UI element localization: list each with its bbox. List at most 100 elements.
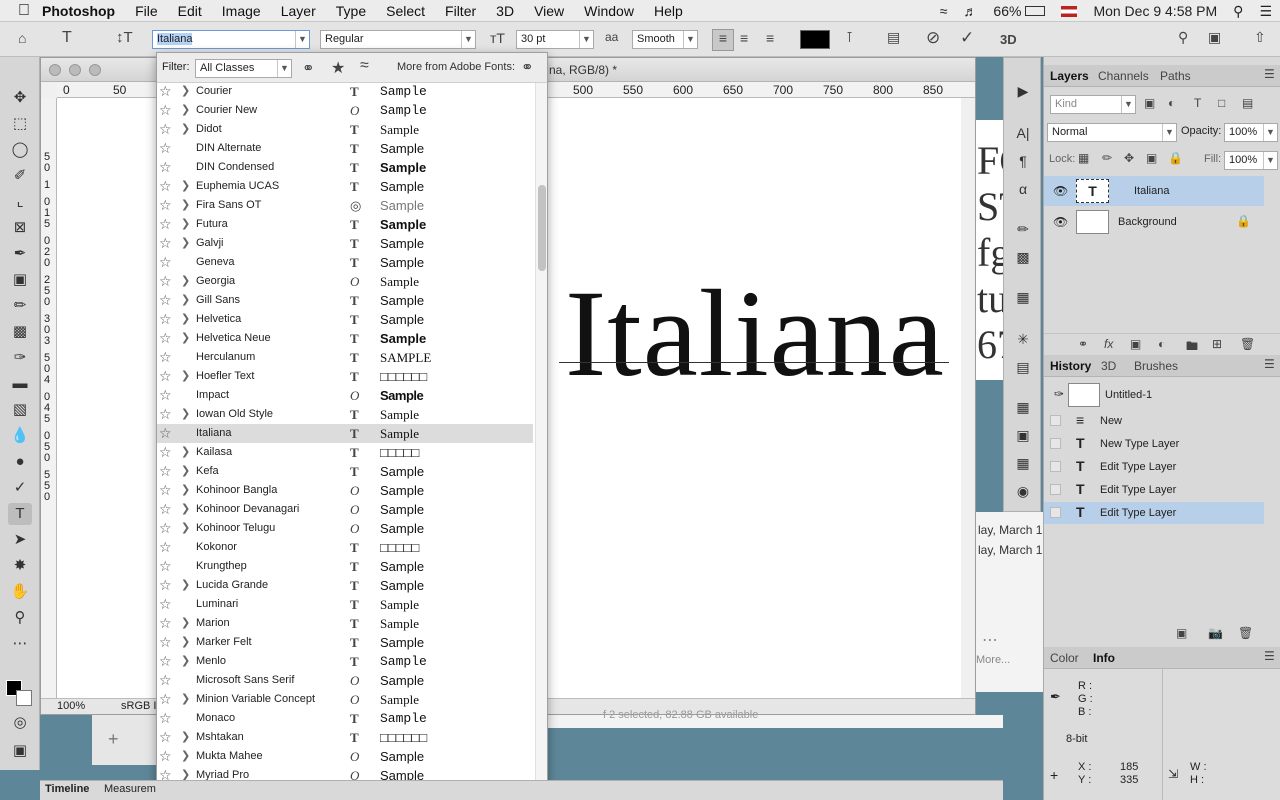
favorite-star-icon[interactable]: ☆: [159, 710, 172, 727]
favorite-star-icon[interactable]: ☆: [159, 748, 172, 765]
battery-icon[interactable]: [1025, 6, 1046, 16]
font-name[interactable]: Marker Felt: [196, 633, 252, 652]
history-state-name[interactable]: Edit Type Layer: [1100, 461, 1176, 473]
font-name[interactable]: Microsoft Sans Serif: [196, 671, 294, 690]
font-name[interactable]: DIN Alternate: [196, 139, 261, 158]
font-row[interactable]: ☆ ❯ Kefa T Sample: [157, 462, 533, 481]
font-row[interactable]: ☆ Herculanum T SAMPLE: [157, 348, 533, 367]
font-style-select[interactable]: Regular ▼: [320, 30, 476, 49]
zoom-window-button[interactable]: [89, 64, 101, 76]
font-row[interactable]: ☆ DIN Condensed T Sample: [157, 158, 533, 177]
favorite-star-icon[interactable]: ☆: [159, 691, 172, 708]
font-row[interactable]: ☆ ❯ Kohinoor Telugu O Sample: [157, 519, 533, 538]
favorite-star-icon[interactable]: ☆: [159, 729, 172, 746]
tab-timeline[interactable]: Timeline: [45, 783, 89, 795]
history-brush-icon[interactable]: ✑: [8, 347, 32, 369]
filter-adjustment-icon[interactable]: ◐: [1168, 96, 1175, 110]
app-menu[interactable]: Photoshop: [34, 3, 125, 19]
favorite-star-icon[interactable]: ☆: [159, 102, 172, 119]
font-name[interactable]: Impact: [196, 386, 229, 405]
screen-mode-icon[interactable]: ▣: [8, 740, 32, 762]
font-name[interactable]: Helvetica Neue: [196, 329, 271, 348]
expand-chevron-icon[interactable]: ❯: [181, 120, 190, 139]
tab-color[interactable]: Color: [1050, 651, 1079, 665]
font-row[interactable]: ☆ Kokonor T □□□□□: [157, 538, 533, 557]
minimize-window-button[interactable]: [69, 64, 81, 76]
expand-chevron-icon[interactable]: ❯: [181, 443, 190, 462]
favorite-star-icon[interactable]: ☆: [159, 501, 172, 518]
favorite-star-icon[interactable]: ☆: [159, 406, 172, 423]
history-state-name[interactable]: New Type Layer: [1100, 438, 1179, 450]
font-row[interactable]: ☆ ❯ Marker Felt T Sample: [157, 633, 533, 652]
history-brush-source-checkbox[interactable]: [1050, 507, 1061, 518]
layer-name[interactable]: Background: [1118, 216, 1177, 228]
font-name[interactable]: Helvetica: [196, 310, 241, 329]
favorite-star-icon[interactable]: ☆: [159, 387, 172, 404]
home-icon[interactable]: ⌂: [18, 30, 26, 46]
favorite-star-icon[interactable]: ☆: [159, 539, 172, 556]
patterns-icon[interactable]: ▦: [1010, 452, 1036, 474]
expand-chevron-icon[interactable]: ❯: [181, 747, 190, 766]
similar-fonts-icon[interactable]: ≈: [360, 57, 369, 75]
favorite-star-icon[interactable]: ☆: [159, 349, 172, 366]
adjustment-layer-icon[interactable]: ◐: [1158, 337, 1165, 351]
chevron-down-icon[interactable]: ▼: [295, 31, 309, 48]
expand-chevron-icon[interactable]: ❯: [181, 329, 190, 348]
layer-kind-filter[interactable]: Kind ▼: [1050, 95, 1136, 114]
dodge-tool-icon[interactable]: ●: [8, 451, 32, 473]
path-selection-icon[interactable]: ➤: [8, 529, 32, 551]
font-row[interactable]: ☆ ❯ Iowan Old Style T Sample: [157, 405, 533, 424]
brush-tool-icon[interactable]: ✏: [8, 295, 32, 317]
font-name[interactable]: Kokonor: [196, 538, 237, 557]
eyedropper-icon[interactable]: ✒: [8, 243, 32, 265]
font-name[interactable]: Fira Sans OT: [196, 196, 261, 215]
3d-button[interactable]: 3D: [1000, 32, 1017, 47]
font-row[interactable]: ☆ ❯ Kohinoor Bangla O Sample: [157, 481, 533, 500]
font-family-field[interactable]: Italiana ▼: [152, 30, 310, 49]
link-layers-icon[interactable]: ⚭: [1078, 337, 1088, 351]
font-name[interactable]: Kohinoor Devanagari: [196, 500, 299, 519]
favorite-star-icon[interactable]: ☆: [159, 140, 172, 157]
menu-3d[interactable]: 3D: [486, 3, 524, 19]
more-icon[interactable]: ⋯: [982, 630, 998, 650]
snapshot-name[interactable]: Untitled-1: [1105, 389, 1152, 401]
expand-chevron-icon[interactable]: ❯: [181, 652, 190, 671]
history-state-row[interactable]: T Edit Type Layer: [1044, 479, 1264, 501]
gradients-icon[interactable]: ▣: [1010, 424, 1036, 446]
font-row[interactable]: ☆ ❯ Didot T Sample: [157, 120, 533, 139]
layer-row-italiana[interactable]: 👁 T Italiana: [1044, 176, 1264, 206]
font-name[interactable]: Kohinoor Bangla: [196, 481, 277, 500]
font-row[interactable]: ☆ ❯ Euphemia UCAS T Sample: [157, 177, 533, 196]
marquee-tool-icon[interactable]: ⬚: [8, 113, 32, 135]
font-row[interactable]: ☆ ❯ Galvji T Sample: [157, 234, 533, 253]
filter-pixel-icon[interactable]: ▣: [1144, 96, 1155, 110]
font-name[interactable]: Geneva: [196, 253, 235, 272]
history-state-row[interactable]: T Edit Type Layer: [1044, 502, 1264, 524]
favorite-star-icon[interactable]: ☆: [159, 615, 172, 632]
commit-icon[interactable]: ✓: [960, 28, 974, 48]
font-row[interactable]: ☆ ❯ Georgia O Sample: [157, 272, 533, 291]
creative-cloud-icon[interactable]: ⚭: [521, 58, 534, 76]
font-list-scrollbar[interactable]: [535, 83, 547, 799]
close-window-button[interactable]: [49, 64, 61, 76]
swatches-icon[interactable]: ▦: [1010, 396, 1036, 418]
favorite-star-icon[interactable]: ☆: [159, 520, 172, 537]
expand-chevron-icon[interactable]: ❯: [181, 405, 190, 424]
font-row[interactable]: ☆ Geneva T Sample: [157, 253, 533, 272]
eraser-icon[interactable]: ▬: [8, 373, 32, 395]
tab-layers[interactable]: Layers: [1050, 69, 1089, 83]
font-row[interactable]: ☆ ❯ Helvetica T Sample: [157, 310, 533, 329]
character-icon[interactable]: A|: [1010, 122, 1036, 144]
expand-chevron-icon[interactable]: ❯: [181, 177, 190, 196]
menu-layer[interactable]: Layer: [271, 3, 326, 19]
menu-view[interactable]: View: [524, 3, 574, 19]
font-name[interactable]: Monaco: [196, 709, 235, 728]
font-row[interactable]: ☆ ❯ Kailasa T □□□□□: [157, 443, 533, 462]
new-document-from-state-icon[interactable]: ▣: [1176, 626, 1187, 640]
font-row[interactable]: ☆ ❯ Futura T Sample: [157, 215, 533, 234]
font-row[interactable]: ☆ Luminari T Sample: [157, 595, 533, 614]
font-row[interactable]: ☆ ❯ Courier New O Sample: [157, 101, 533, 120]
font-name[interactable]: Kohinoor Telugu: [196, 519, 275, 538]
chevron-down-icon[interactable]: ▼: [277, 60, 291, 77]
expand-chevron-icon[interactable]: ❯: [181, 272, 190, 291]
